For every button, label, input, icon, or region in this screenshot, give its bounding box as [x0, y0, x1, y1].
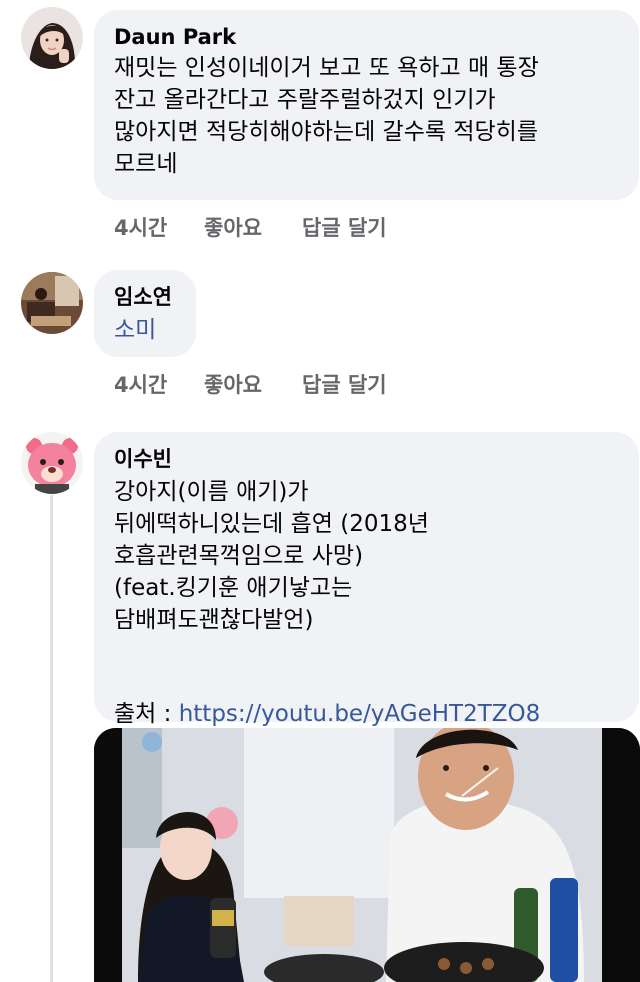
reply-button[interactable]: 답글 달기 [302, 369, 387, 399]
comment-bubble: 임소연 소미 [94, 270, 196, 357]
comment-author[interactable]: 임소연 [114, 284, 176, 310]
video-thumbnail[interactable] [94, 728, 640, 982]
comment-source: 출처 : https://youtu.be/yAGeHT2TZO8 [114, 666, 619, 730]
reply-thread-line [50, 495, 53, 982]
comment-bubble: 이수빈 강아지(이름 애기)가 뒤에떡하니있는데 흡연 (2018년 호흡관련목… [94, 432, 639, 727]
comment-text: 재밋는 인성이네이거 보고 또 욕하고 매 통장 잔고 올라간다고 주랄주럴하겄… [114, 55, 539, 177]
comment-timestamp[interactable]: 4시간 [114, 369, 204, 399]
reply-button[interactable]: 답글 달기 [302, 212, 387, 242]
avatar-lee-subin[interactable] [21, 432, 83, 494]
comment-author[interactable]: 이수빈 [114, 446, 619, 472]
source-link[interactable]: https://youtu.be/yAGeHT2TZO8 [179, 701, 541, 727]
comment-timestamp[interactable]: 4시간 [114, 212, 204, 242]
avatar-lim-soyeon[interactable] [21, 272, 83, 334]
comment-author[interactable]: Daun Park [114, 24, 619, 50]
comment-bubble: Daun Park 재밋는 인성이네이거 보고 또 욕하고 매 통장 잔고 올라… [94, 10, 639, 200]
avatar-daun-park[interactable] [21, 7, 83, 69]
source-label: 출처 : [114, 701, 179, 727]
comment-actions: 4시간 좋아요 답글 달기 [114, 212, 387, 242]
like-button[interactable]: 좋아요 [204, 369, 302, 399]
like-button[interactable]: 좋아요 [204, 212, 302, 242]
mention-tag[interactable]: 소미 [114, 314, 176, 346]
comment-text: 강아지(이름 애기)가 뒤에떡하니있는데 흡연 (2018년 호흡관련목꺽임으로… [114, 479, 429, 633]
comment-actions: 4시간 좋아요 답글 달기 [114, 369, 387, 399]
